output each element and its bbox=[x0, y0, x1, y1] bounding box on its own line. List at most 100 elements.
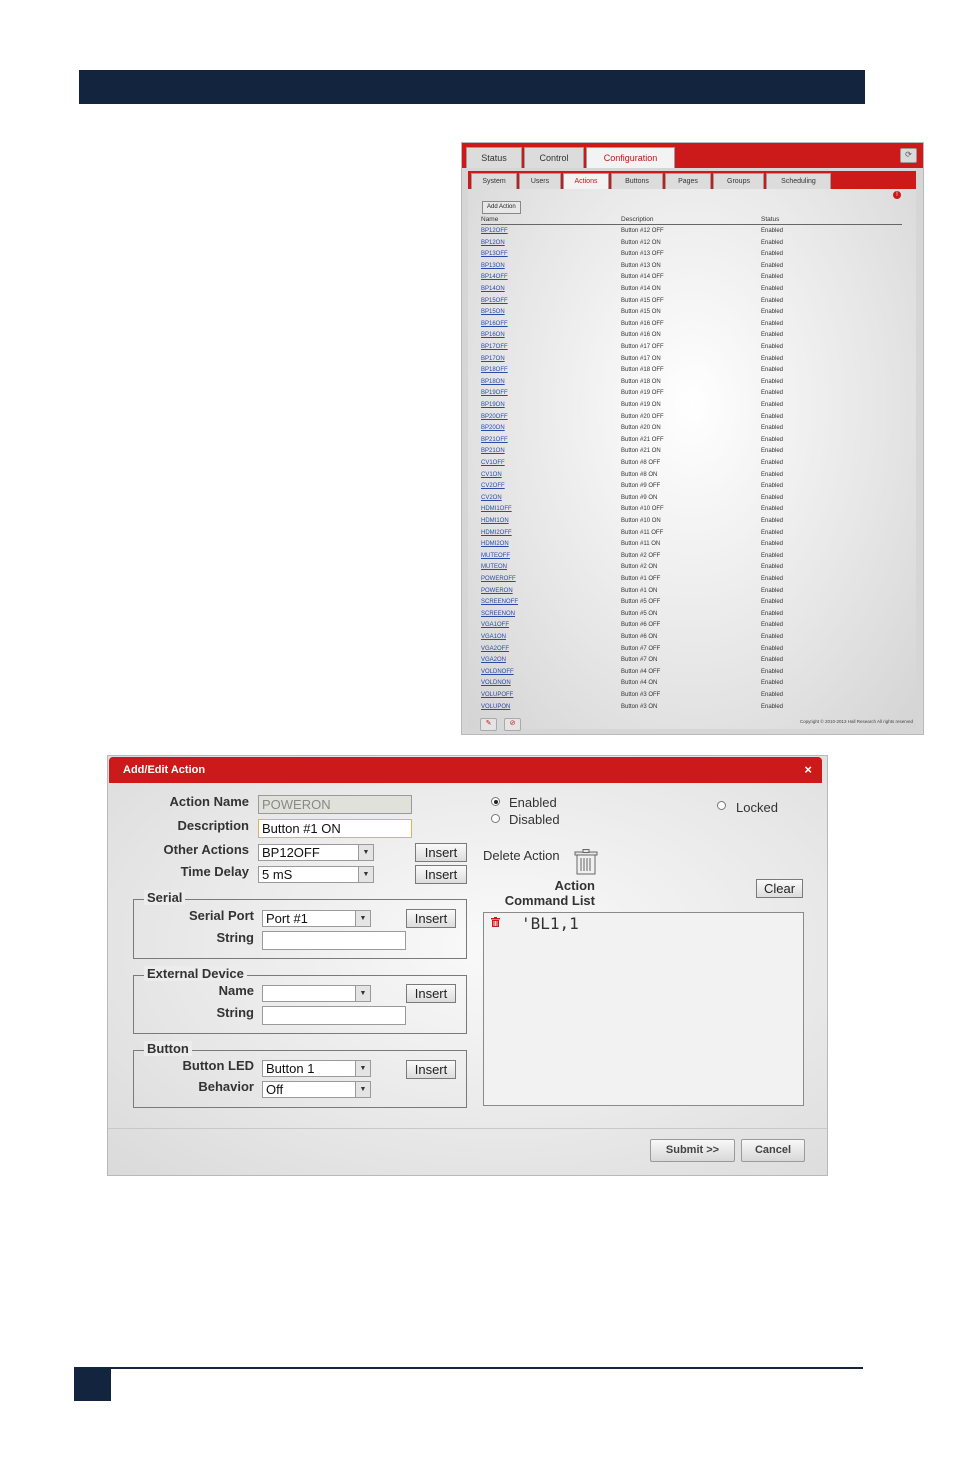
table-row[interactable]: MUTEOFF Button #2 OFF Enabled bbox=[481, 551, 902, 563]
table-row[interactable]: POWEROFF Button #1 OFF Enabled bbox=[481, 574, 902, 586]
table-row[interactable]: BP14OFF Button #14 OFF Enabled bbox=[481, 272, 902, 284]
button-led-select[interactable]: Button 1 ▼ bbox=[262, 1060, 371, 1077]
action-name-link[interactable]: BP12OFF bbox=[481, 226, 508, 238]
table-row[interactable]: VOLUPOFF Button #3 OFF Enabled bbox=[481, 690, 902, 702]
action-name-link[interactable]: BP20OFF bbox=[481, 412, 508, 424]
action-name-link[interactable]: HDMI2ON bbox=[481, 539, 509, 551]
action-name-link[interactable]: BP18OFF bbox=[481, 365, 508, 377]
action-name-link[interactable]: BP16ON bbox=[481, 330, 505, 342]
table-row[interactable]: HDMI2ON Button #11 ON Enabled bbox=[481, 539, 902, 551]
table-row[interactable]: CV2ON Button #9 ON Enabled bbox=[481, 493, 902, 505]
command-list-box[interactable]: 'BL1,1 bbox=[483, 912, 804, 1106]
table-row[interactable]: BP12ON Button #12 ON Enabled bbox=[481, 238, 902, 250]
table-row[interactable]: HDMI1ON Button #10 ON Enabled bbox=[481, 516, 902, 528]
command-item[interactable]: 'BL1,1 bbox=[521, 914, 579, 933]
tab-system[interactable]: System bbox=[471, 173, 517, 189]
table-row[interactable]: BP21OFF Button #21 OFF Enabled bbox=[481, 435, 902, 447]
tab-buttons[interactable]: Buttons bbox=[611, 173, 663, 189]
table-row[interactable]: BP17OFF Button #17 OFF Enabled bbox=[481, 342, 902, 354]
table-row[interactable]: BP20OFF Button #20 OFF Enabled bbox=[481, 412, 902, 424]
table-row[interactable]: HDMI1OFF Button #10 OFF Enabled bbox=[481, 504, 902, 516]
insert-serial-button[interactable]: Insert bbox=[406, 909, 456, 928]
table-row[interactable]: BP13ON Button #13 ON Enabled bbox=[481, 261, 902, 273]
action-name-link[interactable]: VOLUPON bbox=[481, 702, 510, 714]
action-name-link[interactable]: VOLDNON bbox=[481, 678, 511, 690]
external-name-select[interactable]: ▼ bbox=[262, 985, 371, 1002]
insert-other-action-button[interactable]: Insert bbox=[415, 843, 467, 862]
action-name-link[interactable]: POWEROFF bbox=[481, 574, 516, 586]
action-name-link[interactable]: CV1OFF bbox=[481, 458, 505, 470]
disabled-radio[interactable] bbox=[491, 814, 500, 823]
table-row[interactable]: BP21ON Button #21 ON Enabled bbox=[481, 446, 902, 458]
table-row[interactable]: VGA2ON Button #7 ON Enabled bbox=[481, 655, 902, 667]
table-row[interactable]: VGA2OFF Button #7 OFF Enabled bbox=[481, 644, 902, 656]
table-row[interactable]: BP18ON Button #18 ON Enabled bbox=[481, 377, 902, 389]
insert-external-button[interactable]: Insert bbox=[406, 984, 456, 1003]
cancel-button[interactable]: Cancel bbox=[741, 1139, 805, 1162]
tab-actions[interactable]: Actions bbox=[563, 173, 609, 189]
table-row[interactable]: MUTEON Button #2 ON Enabled bbox=[481, 562, 902, 574]
action-name-link[interactable]: BP21ON bbox=[481, 446, 505, 458]
table-row[interactable]: VOLUPON Button #3 ON Enabled bbox=[481, 702, 902, 714]
table-row[interactable]: BP13OFF Button #13 OFF Enabled bbox=[481, 249, 902, 261]
action-name-link[interactable]: BP15ON bbox=[481, 307, 505, 319]
table-row[interactable]: SCREENOFF Button #5 OFF Enabled bbox=[481, 597, 902, 609]
table-row[interactable]: VOLDNOFF Button #4 OFF Enabled bbox=[481, 667, 902, 679]
table-row[interactable]: BP12OFF Button #12 OFF Enabled bbox=[481, 226, 902, 238]
table-row[interactable]: BP16OFF Button #16 OFF Enabled bbox=[481, 319, 902, 331]
close-icon[interactable]: × bbox=[804, 757, 812, 783]
tab-groups[interactable]: Groups bbox=[713, 173, 764, 189]
action-name-link[interactable]: POWERON bbox=[481, 586, 513, 598]
behavior-select[interactable]: Off ▼ bbox=[262, 1081, 371, 1098]
table-row[interactable]: VGA1ON Button #6 ON Enabled bbox=[481, 632, 902, 644]
table-row[interactable]: CV1ON Button #8 ON Enabled bbox=[481, 470, 902, 482]
action-name-link[interactable]: BP18ON bbox=[481, 377, 505, 389]
action-name-link[interactable]: VOLDNOFF bbox=[481, 667, 514, 679]
time-delay-select[interactable]: 5 mS ▼ bbox=[258, 866, 374, 883]
action-name-link[interactable]: BP17ON bbox=[481, 354, 505, 366]
table-row[interactable]: BP19ON Button #19 ON Enabled bbox=[481, 400, 902, 412]
link-icon[interactable]: ⊘ bbox=[504, 718, 521, 731]
add-action-button[interactable]: Add Action bbox=[482, 201, 521, 214]
action-name-link[interactable]: BP16OFF bbox=[481, 319, 508, 331]
action-name-link[interactable]: BP17OFF bbox=[481, 342, 508, 354]
table-row[interactable]: BP15ON Button #15 ON Enabled bbox=[481, 307, 902, 319]
table-row[interactable]: SCREENON Button #5 ON Enabled bbox=[481, 609, 902, 621]
submit-button[interactable]: Submit >> bbox=[650, 1139, 735, 1162]
table-row[interactable]: CV1OFF Button #8 OFF Enabled bbox=[481, 458, 902, 470]
action-name-link[interactable]: HDMI1OFF bbox=[481, 504, 512, 516]
action-name-link[interactable]: VOLUPOFF bbox=[481, 690, 513, 702]
tab-control[interactable]: Control bbox=[524, 147, 584, 168]
action-name-link[interactable]: MUTEON bbox=[481, 562, 507, 574]
action-name-link[interactable]: CV1ON bbox=[481, 470, 502, 482]
table-row[interactable]: BP17ON Button #17 ON Enabled bbox=[481, 354, 902, 366]
action-name-link[interactable]: CV2OFF bbox=[481, 481, 505, 493]
action-name-link[interactable]: SCREENON bbox=[481, 609, 515, 621]
action-name-link[interactable]: BP12ON bbox=[481, 238, 505, 250]
table-row[interactable]: BP20ON Button #20 ON Enabled bbox=[481, 423, 902, 435]
tab-users[interactable]: Users bbox=[519, 173, 561, 189]
table-row[interactable]: BP19OFF Button #19 OFF Enabled bbox=[481, 388, 902, 400]
table-row[interactable]: BP18OFF Button #18 OFF Enabled bbox=[481, 365, 902, 377]
action-name-link[interactable]: HDMI2OFF bbox=[481, 528, 512, 540]
table-row[interactable]: BP15OFF Button #15 OFF Enabled bbox=[481, 296, 902, 308]
refresh-icon[interactable]: ⟳ bbox=[900, 148, 917, 163]
table-row[interactable]: BP16ON Button #16 ON Enabled bbox=[481, 330, 902, 342]
table-row[interactable]: HDMI2OFF Button #11 OFF Enabled bbox=[481, 528, 902, 540]
action-name-link[interactable]: VGA2ON bbox=[481, 655, 506, 667]
table-row[interactable]: POWERON Button #1 ON Enabled bbox=[481, 586, 902, 598]
serial-port-select[interactable]: Port #1 ▼ bbox=[262, 910, 371, 927]
insert-button-led-button[interactable]: Insert bbox=[406, 1060, 456, 1079]
action-name-link[interactable]: BP15OFF bbox=[481, 296, 508, 308]
action-name-link[interactable]: BP13ON bbox=[481, 261, 505, 273]
external-string-field[interactable] bbox=[262, 1006, 406, 1025]
tab-configuration[interactable]: Configuration bbox=[586, 147, 675, 168]
tab-status[interactable]: Status bbox=[466, 147, 522, 168]
action-name-link[interactable]: BP14ON bbox=[481, 284, 505, 296]
action-name-link[interactable]: BP19ON bbox=[481, 400, 505, 412]
serial-string-field[interactable] bbox=[262, 931, 406, 950]
table-row[interactable]: VOLDNON Button #4 ON Enabled bbox=[481, 678, 902, 690]
trash-icon[interactable] bbox=[574, 849, 598, 875]
action-name-link[interactable]: BP21OFF bbox=[481, 435, 508, 447]
action-name-link[interactable]: VGA2OFF bbox=[481, 644, 509, 656]
